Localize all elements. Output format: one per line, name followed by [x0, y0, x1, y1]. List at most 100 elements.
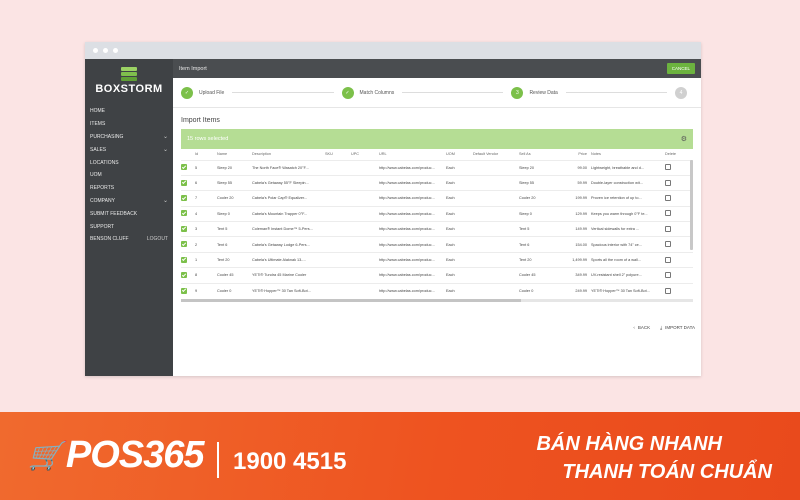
- table-cell: http://www.cabelas.com/produc...: [379, 251, 446, 268]
- table-row[interactable]: 5 Sleep 20 The North Face® Wasatch 20°F...…: [181, 159, 693, 176]
- shopping-cart-icon: 🛒: [28, 440, 63, 471]
- column-header[interactable]: Description: [252, 149, 325, 160]
- column-header[interactable]: Default Vendor: [473, 149, 519, 160]
- delete-checkbox[interactable]: [665, 287, 671, 294]
- row-checkbox[interactable]: [181, 271, 187, 278]
- table-cell: [351, 174, 379, 191]
- row-checkbox[interactable]: [181, 194, 187, 201]
- table-cell: Vertical sidewalls for extra ...: [591, 221, 665, 237]
- wizard-step: ✓ Match Columns: [341, 86, 394, 99]
- table-row[interactable]: 9 Cooler 0 YETI® Hopper™ 30 Tan Soft-Bot..…: [181, 282, 693, 299]
- row-checkbox[interactable]: [181, 179, 187, 186]
- table-row[interactable]: 3 Tent 5 Coleman® Instant Dome™ 5-Pers... h…: [181, 221, 693, 237]
- table-cell: [325, 236, 351, 253]
- step-label: Upload File: [199, 89, 225, 96]
- sidebar-item-sales[interactable]: SALES ⌄: [85, 143, 173, 156]
- table-row[interactable]: 2 Tent 6 Cabela's Getaway Lodge 6-Pers... h…: [181, 236, 693, 253]
- column-header[interactable]: Id: [195, 149, 217, 160]
- delete-checkbox[interactable]: [665, 225, 671, 232]
- column-header[interactable]: Notes: [591, 149, 665, 160]
- delete-checkbox[interactable]: [665, 210, 671, 217]
- banner-divider: [217, 442, 219, 478]
- table-row[interactable]: 1 Tent 20 Cabela's Ultimate Alaknak 13-...…: [181, 251, 693, 268]
- row-checkbox[interactable]: [181, 287, 187, 294]
- sidebar-item-company[interactable]: COMPANY ⌄: [85, 195, 173, 208]
- sidebar-item-items[interactable]: ITEMS: [85, 118, 173, 131]
- sidebar-item-locations[interactable]: LOCATIONS: [85, 156, 173, 169]
- table-cell: [351, 251, 379, 268]
- delete-checkbox[interactable]: [665, 179, 671, 186]
- cancel-button[interactable]: CANCEL: [666, 63, 695, 74]
- table-cell: Tent 6: [519, 236, 563, 253]
- table-cell: UV-resistant shell 2" polyure...: [591, 267, 665, 284]
- column-header[interactable]: UPC: [351, 149, 379, 160]
- table-cell: [351, 236, 379, 253]
- page-title: Item Import: [179, 65, 207, 72]
- table-row[interactable]: 4 Sleep 0 Cabela's Mountain Trapper 0°F...…: [181, 205, 693, 222]
- sidebar-item-submit-feedback[interactable]: SUBMIT FEEDBACK: [85, 207, 173, 220]
- window-dot-icon[interactable]: [93, 48, 98, 53]
- column-header[interactable]: URL: [379, 149, 446, 160]
- delete-checkbox[interactable]: [665, 271, 671, 278]
- import-data-button[interactable]: ⤓ IMPORT DATA: [660, 325, 695, 330]
- delete-checkbox[interactable]: [665, 164, 671, 171]
- import-table: Id Name Description SKU UPC URL UOM Default Ven…: [181, 149, 693, 299]
- sidebar-item-support[interactable]: SUPPORT: [85, 220, 173, 233]
- step-label: Review Data: [529, 89, 558, 96]
- table-cell: [325, 267, 351, 284]
- logout-link[interactable]: LOGOUT: [147, 236, 168, 242]
- column-header[interactable]: Price: [563, 149, 591, 160]
- vertical-scrollbar[interactable]: [690, 160, 693, 250]
- table-row[interactable]: 8 Cooler 45 YETI® Tundra 45 Marine Cooler h…: [181, 267, 693, 284]
- table-cell: [325, 221, 351, 237]
- table-header-row: Id Name Description SKU UPC URL UOM Default Ven…: [181, 149, 693, 160]
- table-body: 5 Sleep 20 The North Face® Wasatch 20°F...…: [181, 159, 693, 299]
- horizontal-scrollbar[interactable]: [181, 299, 693, 302]
- row-select-cell: [181, 159, 195, 176]
- sidebar-item-label: PURCHASING: [90, 133, 124, 140]
- back-button[interactable]: ‹ BACK: [633, 325, 650, 330]
- sidebar-item-purchasing[interactable]: PURCHASING ⌄: [85, 131, 173, 144]
- sidebar-item-label: LOCATIONS: [90, 159, 119, 166]
- column-header[interactable]: Name: [217, 149, 252, 160]
- sidebar-item-benson-cluff[interactable]: BENSON CLUFF LOGOUT: [85, 233, 173, 246]
- column-header[interactable]: Delete: [665, 149, 693, 160]
- column-header[interactable]: Sell As: [519, 149, 563, 160]
- row-select-cell: [181, 251, 195, 268]
- table-cell: Sleep 0: [519, 205, 563, 222]
- table-cell: Each: [446, 205, 473, 222]
- table-row[interactable]: 6 Sleep 55 Cabela's Getaway 55°F Sleepin..…: [181, 174, 693, 191]
- table-cell: http://www.cabelas.com/produc...: [379, 221, 446, 237]
- window-dot-icon[interactable]: [113, 48, 118, 53]
- table-cell: [351, 282, 379, 299]
- delete-checkbox[interactable]: [665, 194, 671, 201]
- sidebar-item-uom[interactable]: UOM: [85, 169, 173, 182]
- brand[interactable]: BOXSTORM: [85, 59, 173, 99]
- delete-checkbox[interactable]: [665, 241, 671, 248]
- row-checkbox[interactable]: [181, 164, 187, 171]
- delete-checkbox[interactable]: [665, 256, 671, 263]
- table-cell: Sleep 55: [217, 174, 252, 191]
- scrollbar-thumb[interactable]: [181, 299, 521, 302]
- table-row[interactable]: 7 Cooler 20 Cabela's Polar Cap® Equalizer.…: [181, 190, 693, 207]
- table-cell: [473, 159, 519, 176]
- sidebar-item-reports[interactable]: REPORTS: [85, 182, 173, 195]
- row-checkbox[interactable]: [181, 225, 187, 232]
- row-checkbox[interactable]: [181, 241, 187, 248]
- sidebar-item-home[interactable]: HOME: [85, 105, 173, 118]
- table-cell: 2: [195, 236, 217, 253]
- column-header[interactable]: [181, 149, 195, 160]
- table-cell: Lightweight, breathable and d...: [591, 159, 665, 176]
- row-checkbox[interactable]: [181, 256, 187, 263]
- table-cell: 3: [195, 221, 217, 237]
- slogan: BÁN HÀNG NHANH THANH TOÁN CHUẨN: [536, 430, 772, 486]
- column-header[interactable]: SKU: [325, 149, 351, 160]
- row-select-cell: [181, 221, 195, 237]
- gear-icon[interactable]: ⚙: [681, 135, 687, 143]
- column-header[interactable]: UOM: [446, 149, 473, 160]
- window-dot-icon[interactable]: [103, 48, 108, 53]
- table-cell: http://www.cabelas.com/produc...: [379, 190, 446, 207]
- row-checkbox[interactable]: [181, 210, 187, 217]
- table-cell: http://www.cabelas.com/produc...: [379, 267, 446, 284]
- table-cell: Cabela's Mountain Trapper 0°F...: [252, 205, 325, 222]
